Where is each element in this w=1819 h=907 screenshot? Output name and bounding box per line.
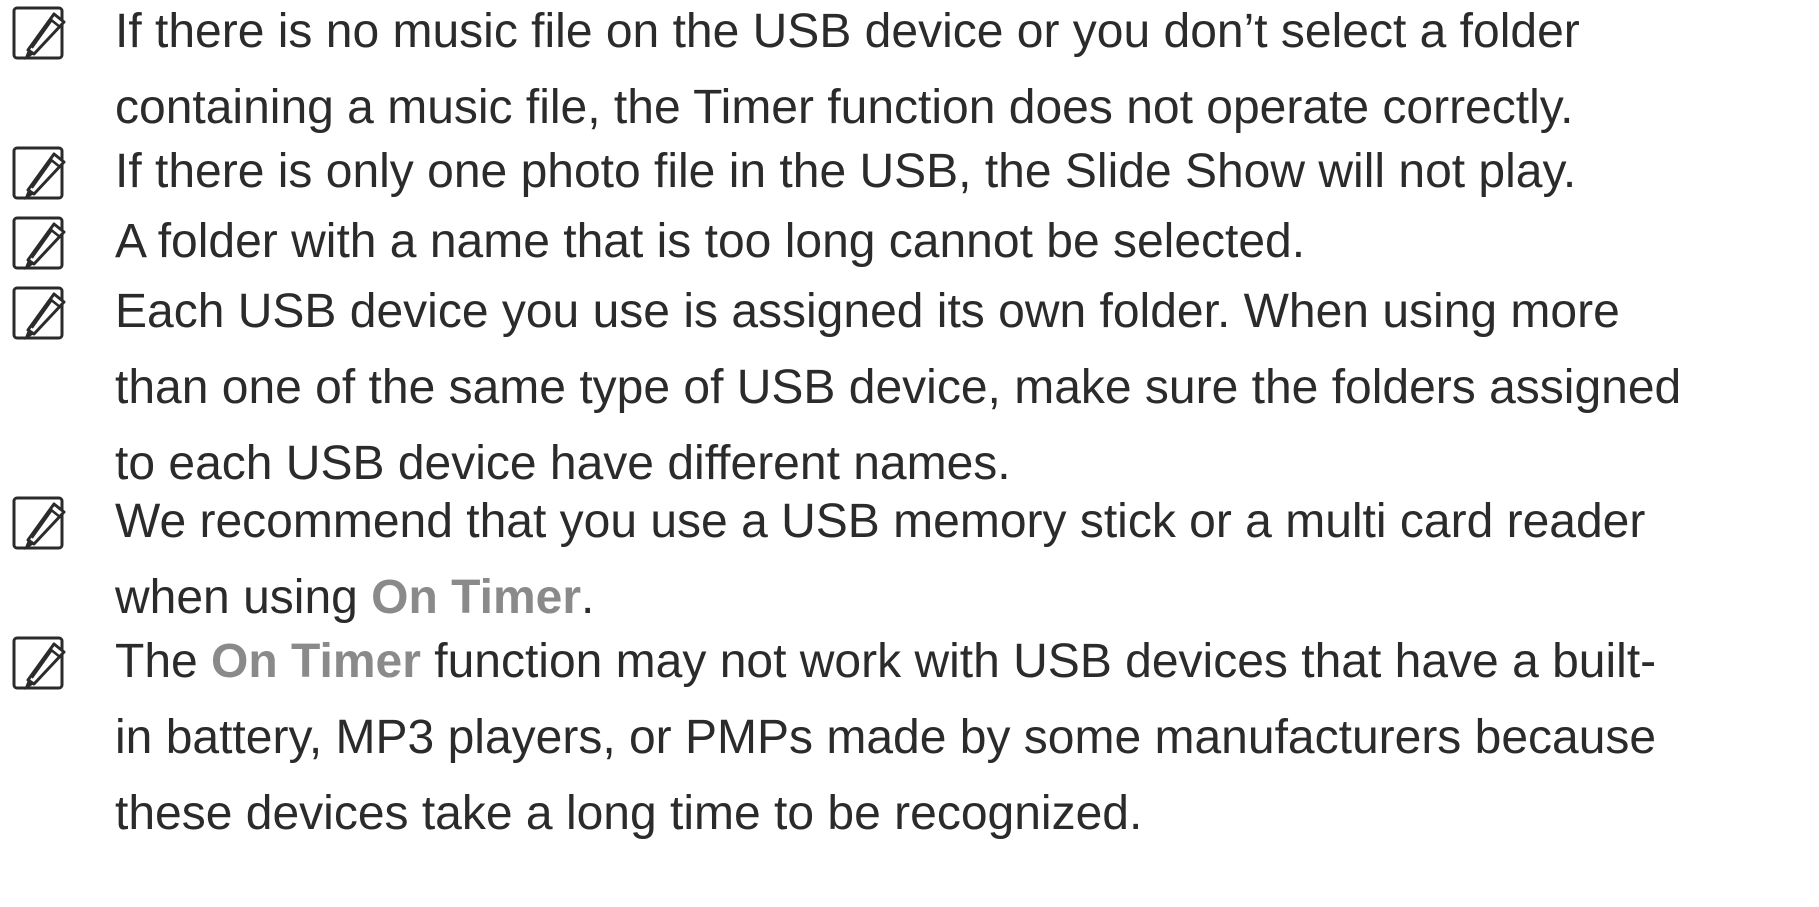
text-run: . [581,571,595,624]
note-line: A folder with a name that is too long ca… [115,204,1815,280]
note-line: If there is only one photo file in the U… [115,134,1815,210]
note-pencil-icon [12,496,66,550]
highlight-term: On Timer [371,571,582,624]
text-run: these devices take a long time to be rec… [115,787,1143,840]
note-line: We recommend that you use a USB memory s… [115,484,1815,560]
note-text: If there is only one photo file in the U… [115,134,1815,210]
text-run: when using [115,571,372,624]
text-run: function may not work with USB devices t… [420,635,1657,688]
note-line: these devices take a long time to be rec… [115,776,1815,852]
note-pencil-icon [12,286,66,340]
text-run: to each USB device have different names. [115,437,1011,490]
note-line: If there is no music file on the USB dev… [115,0,1815,70]
text-run: A folder with a name that is too long ca… [115,215,1306,268]
text-run: Each USB device you use is assigned its … [115,285,1620,338]
note-text: If there is no music file on the USB dev… [115,0,1815,146]
text-run: containing a music file, the Timer funct… [115,81,1574,134]
highlight-term: On Timer [211,635,421,688]
text-run: If there is no music file on the USB dev… [115,5,1580,58]
note-pencil-icon [12,6,66,60]
note-text: The On Timer function may not work with … [115,624,1815,852]
note-line: in battery, MP3 players, or PMPs made by… [115,700,1815,776]
note-line: The On Timer function may not work with … [115,624,1815,700]
note-text: Each USB device you use is assigned its … [115,274,1815,502]
text-run: We recommend that you use a USB memory s… [115,495,1646,548]
note-pencil-icon [12,216,66,270]
note-text: A folder with a name that is too long ca… [115,204,1815,280]
note-line: Each USB device you use is assigned its … [115,274,1815,350]
text-run: in battery, MP3 players, or PMPs made by… [115,711,1657,764]
text-run: If there is only one photo file in the U… [115,145,1577,198]
note-line: than one of the same type of USB device,… [115,350,1815,426]
text-run: than one of the same type of USB device,… [115,361,1682,414]
note-pencil-icon [12,146,66,200]
text-run: The [115,635,212,688]
note-pencil-icon [12,636,66,690]
note-text: We recommend that you use a USB memory s… [115,484,1815,636]
